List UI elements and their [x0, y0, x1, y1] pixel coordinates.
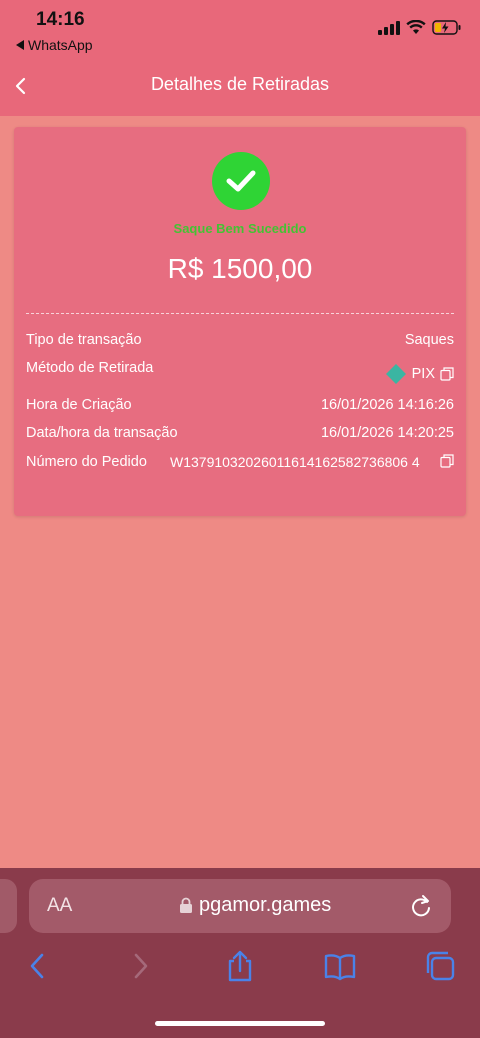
row-value: Saques: [404, 332, 454, 348]
url-display[interactable]: pgamor.games: [179, 894, 331, 917]
row-label: Data/hora da transação: [26, 425, 178, 441]
order-number-value: W13791032026011614162582736806 4: [170, 454, 420, 470]
browser-back-icon[interactable]: [22, 949, 56, 983]
back-to-app-link[interactable]: WhatsApp: [16, 37, 93, 53]
amount-value: R$ 1500,00: [167, 253, 313, 284]
back-triangle-icon: [16, 40, 24, 50]
dashed-divider: [26, 313, 454, 314]
signal-icon: [378, 20, 400, 35]
row-value: PIX: [411, 366, 435, 382]
page-title: Detalhes de Retiradas: [150, 74, 330, 94]
browser-forward-icon[interactable]: [122, 949, 156, 983]
battery-charging-icon: [432, 20, 461, 35]
status-text: Saque Bem Sucedido: [173, 221, 307, 236]
share-icon[interactable]: [223, 949, 257, 983]
pix-logo-icon: [385, 364, 406, 384]
method-value-group: PIX: [385, 363, 454, 385]
home-indicator: [155, 1021, 325, 1026]
reader-settings-button[interactable]: AA: [47, 895, 72, 917]
lock-icon: [180, 897, 192, 913]
copy-icon[interactable]: [440, 454, 454, 468]
tabs-icon[interactable]: [423, 949, 457, 983]
row-label: Tipo de transação: [26, 332, 142, 348]
url-text: pgamor.games: [199, 894, 332, 916]
status-time: 14:16: [36, 9, 85, 30]
browser-toolbar: AA pgamor.games: [0, 868, 480, 1038]
row-value: 16/01/2026 14:20:25: [320, 425, 454, 441]
success-check-icon: [212, 152, 270, 210]
address-bar[interactable]: AA pgamor.games: [29, 879, 451, 933]
previous-tab-preview[interactable]: [0, 879, 17, 933]
copy-icon[interactable]: [440, 367, 454, 381]
status-icons: [378, 20, 462, 35]
bookmarks-icon[interactable]: [323, 949, 357, 983]
row-label: Número do Pedido: [26, 454, 147, 470]
back-app-label: WhatsApp: [28, 37, 93, 53]
withdrawal-detail-card: Saque Bem Sucedido R$ 1500,00 Tipo de tr…: [14, 127, 466, 516]
reload-icon[interactable]: [409, 893, 433, 919]
row-order-number: Número do Pedido W1379103202601161416258…: [26, 454, 454, 488]
row-label: Hora de Criação: [26, 397, 132, 413]
row-value: 16/01/2026 14:16:26: [320, 397, 454, 413]
wifi-icon: [406, 20, 426, 34]
row-label: Método de Retirada: [26, 360, 154, 376]
